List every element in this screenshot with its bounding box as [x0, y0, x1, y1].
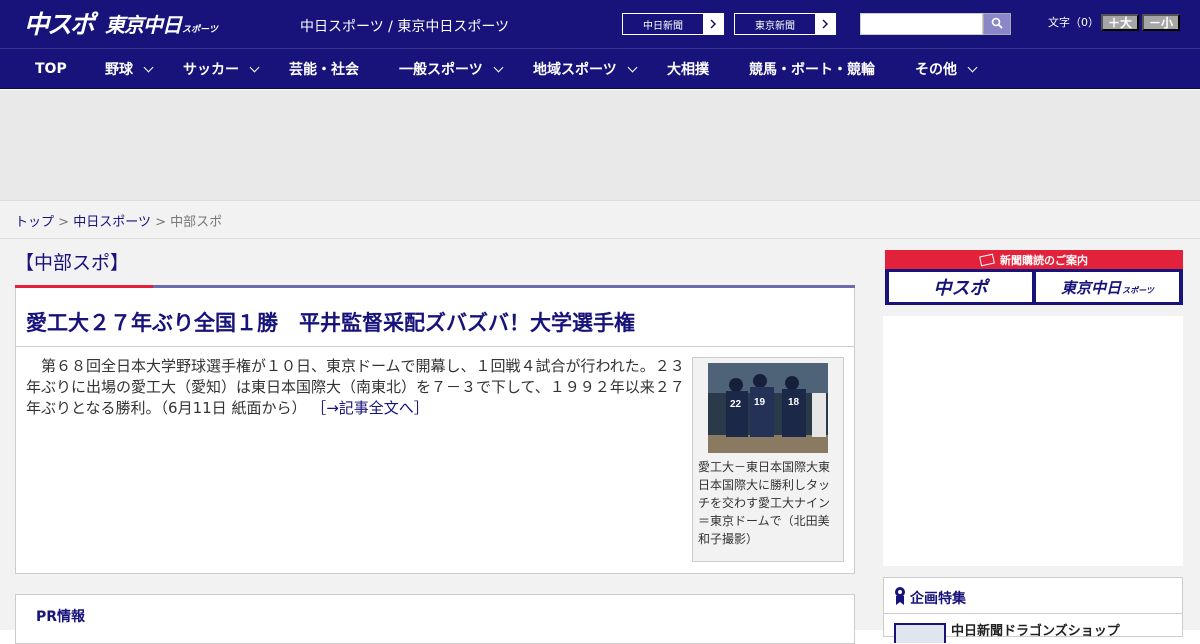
sidebar-ad: [883, 316, 1183, 566]
breadcrumb-separator: >: [58, 215, 70, 230]
search-button[interactable]: [983, 13, 1011, 35]
read-full-article-link[interactable]: ［→記事全文へ］: [311, 399, 429, 417]
feature-thumbnail[interactable]: [894, 623, 946, 643]
font-larger-button[interactable]: ＋大: [1101, 14, 1139, 31]
breadcrumb-chunichi-link[interactable]: 中日スポーツ: [73, 215, 151, 230]
chunichi-shimbun-link[interactable]: 中日新聞: [622, 13, 724, 35]
sub-logo-text: 東京中日: [1061, 278, 1122, 297]
nav-item-sumo[interactable]: 大相撲: [667, 49, 709, 89]
chevron-down-icon: [967, 62, 978, 72]
top-ad-area: [0, 90, 1200, 200]
chevron-down-icon: [627, 62, 638, 72]
nav-item-entertainment[interactable]: 芸能・社会: [289, 49, 359, 89]
chevron-down-icon: [249, 62, 260, 72]
article-body: 第６８回全日本大学野球選手権が１０日、東京ドームで開幕し、１回戦４試合が行われた…: [26, 356, 686, 419]
logo-sports-text: スポーツ: [182, 24, 218, 35]
nav-item-baseball[interactable]: 野球: [105, 49, 154, 89]
nav-label: 競馬・ボート・競輪: [749, 62, 875, 78]
article-divider: [16, 346, 854, 347]
newspaper-icon: [979, 253, 995, 266]
font-size-label: 文字（0）: [1048, 16, 1099, 29]
sub-logo-sports-text: スポーツ: [1122, 285, 1154, 295]
nav-item-general-sports[interactable]: 一般スポーツ: [399, 49, 504, 89]
feature-title: 企画特集: [910, 591, 966, 607]
breadcrumb-top-link[interactable]: トップ: [15, 215, 54, 230]
link-label: 東京新聞: [755, 20, 795, 32]
nav-label: TOP: [35, 61, 67, 77]
ribbon-icon: [894, 586, 906, 610]
photo-box: 22 19 18 愛工大－東日本国際大東日本国際大に勝利しタッチを交わす愛工大ナ…: [692, 357, 844, 562]
subscription-heading-text: 新聞購読のご案内: [1000, 253, 1088, 267]
search-icon: [991, 17, 1003, 32]
jersey-number: 22: [730, 399, 742, 410]
section-title: 【中部スポ】: [15, 252, 130, 274]
nav-label: 野球: [105, 62, 133, 78]
photo-caption: 愛工大－東日本国際大東日本国際大に勝利しタッチを交わす愛工大ナイン＝東京ドームで…: [698, 460, 831, 546]
nav-item-top[interactable]: TOP: [35, 49, 67, 89]
main-nav: TOP 野球 サッカー 芸能・社会 一般スポーツ 地域スポーツ 大相撲 競馬・ボ…: [0, 48, 1200, 89]
nav-item-racing[interactable]: 競馬・ボート・競輪: [749, 49, 875, 89]
site-logo[interactable]: 中スポ 東京中日 スポーツ: [24, 6, 218, 40]
article-title: 愛工大２７年ぶり全国１勝 平井監督采配ズバズバ！大学選手権: [26, 311, 635, 335]
logo-tokyo-chunichi: 東京中日: [105, 12, 182, 37]
nav-item-soccer[interactable]: サッカー: [183, 49, 260, 89]
tokyo-shimbun-link[interactable]: 東京新聞: [734, 13, 836, 35]
nav-label: サッカー: [183, 62, 239, 78]
search-input[interactable]: [860, 13, 983, 35]
jersey-number: 19: [754, 397, 766, 408]
feature-box: 企画特集 中日新聞ドラゴンズショップ: [883, 577, 1183, 643]
nav-label: 大相撲: [667, 62, 709, 78]
subscribe-tokyo-chunichi-link[interactable]: 東京中日 スポーツ: [1036, 272, 1179, 302]
subscription-heading: 新聞購読のご案内: [885, 250, 1183, 269]
feature-divider: [884, 613, 1182, 614]
chevron-right-icon: [815, 14, 835, 34]
nav-label: その他: [915, 62, 957, 78]
pr-title: PR情報: [36, 609, 86, 625]
article-photo[interactable]: 22 19 18: [708, 363, 828, 453]
chevron-down-icon: [493, 62, 504, 72]
breadcrumb-current: 中部スポ: [170, 215, 223, 230]
nav-label: 一般スポーツ: [399, 62, 483, 78]
site-names: 中日スポーツ / 東京中日スポーツ: [300, 19, 510, 35]
link-label: 中日新聞: [643, 20, 683, 32]
jersey-number: 18: [788, 397, 800, 408]
nav-item-other[interactable]: その他: [915, 49, 978, 89]
chevron-down-icon: [143, 62, 154, 72]
nav-label: 芸能・社会: [289, 62, 359, 78]
site-header: 中スポ 東京中日 スポーツ 中日スポーツ / 東京中日スポーツ 中日新聞 東京新…: [0, 0, 1200, 48]
nav-item-regional-sports[interactable]: 地域スポーツ: [533, 49, 638, 89]
breadcrumb-separator: >: [155, 215, 166, 230]
article-card: 愛工大２７年ぶり全国１勝 平井監督采配ズバズバ！大学選手権 第６８回全日本大学野…: [15, 288, 855, 574]
font-smaller-button[interactable]: －小: [1142, 14, 1180, 31]
breadcrumb: トップ > 中日スポーツ > 中部スポ: [0, 200, 1200, 239]
main-content: 【中部スポ】 愛工大２７年ぶり全国１勝 平井監督采配ズバズバ！大学選手権 第６８…: [0, 239, 1200, 644]
subscribe-chunichi-sports-link[interactable]: 中スポ: [889, 272, 1032, 302]
subscription-banner: 新聞購読のご案内 中スポ 東京中日 スポーツ: [885, 250, 1183, 305]
chevron-right-icon: [703, 14, 723, 34]
logo-chunichi-sports: 中スポ: [24, 10, 95, 39]
nav-label: 地域スポーツ: [533, 62, 617, 78]
pr-section: PR情報: [15, 594, 855, 644]
